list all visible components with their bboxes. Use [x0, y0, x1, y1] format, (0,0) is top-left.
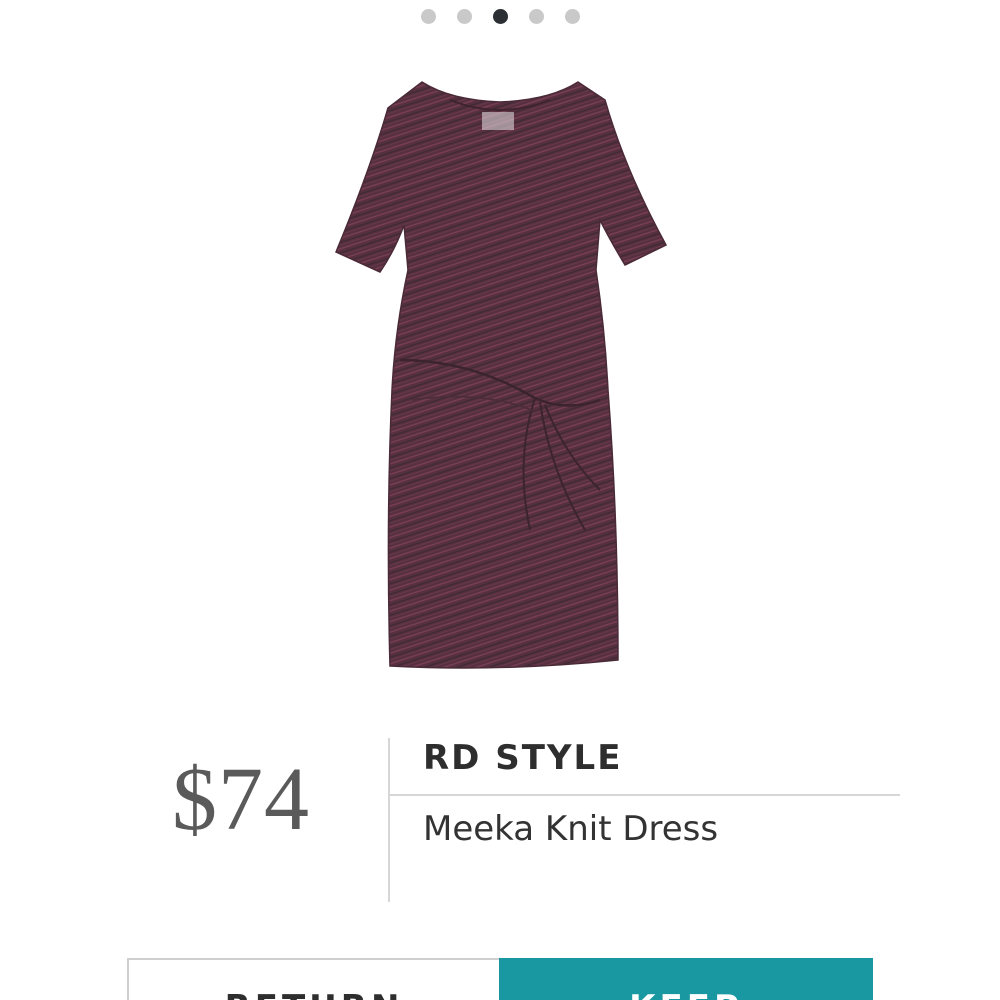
pager-dot-4[interactable] [528, 9, 544, 24]
price-label: $74 [172, 750, 310, 849]
vertical-divider [388, 738, 390, 902]
horizontal-divider [390, 794, 900, 796]
pager-dot-1[interactable] [420, 9, 436, 24]
pager-dot-3-active[interactable] [492, 9, 508, 24]
brand-name: RD STYLE [423, 738, 623, 778]
keep-button[interactable]: KEEP [499, 958, 873, 1000]
dress-shape [335, 81, 668, 669]
image-pager [0, 9, 1000, 24]
action-buttons: RETURN KEEP [127, 958, 873, 1000]
pager-dot-2[interactable] [456, 9, 472, 24]
product-card-screen: $74 RD STYLE Meeka Knit Dress RETURN KEE… [0, 0, 1000, 1000]
return-button[interactable]: RETURN [127, 958, 499, 1000]
dress-photo[interactable] [300, 60, 700, 700]
pager-dot-5[interactable] [564, 9, 580, 24]
product-name: Meeka Knit Dress [423, 809, 719, 849]
